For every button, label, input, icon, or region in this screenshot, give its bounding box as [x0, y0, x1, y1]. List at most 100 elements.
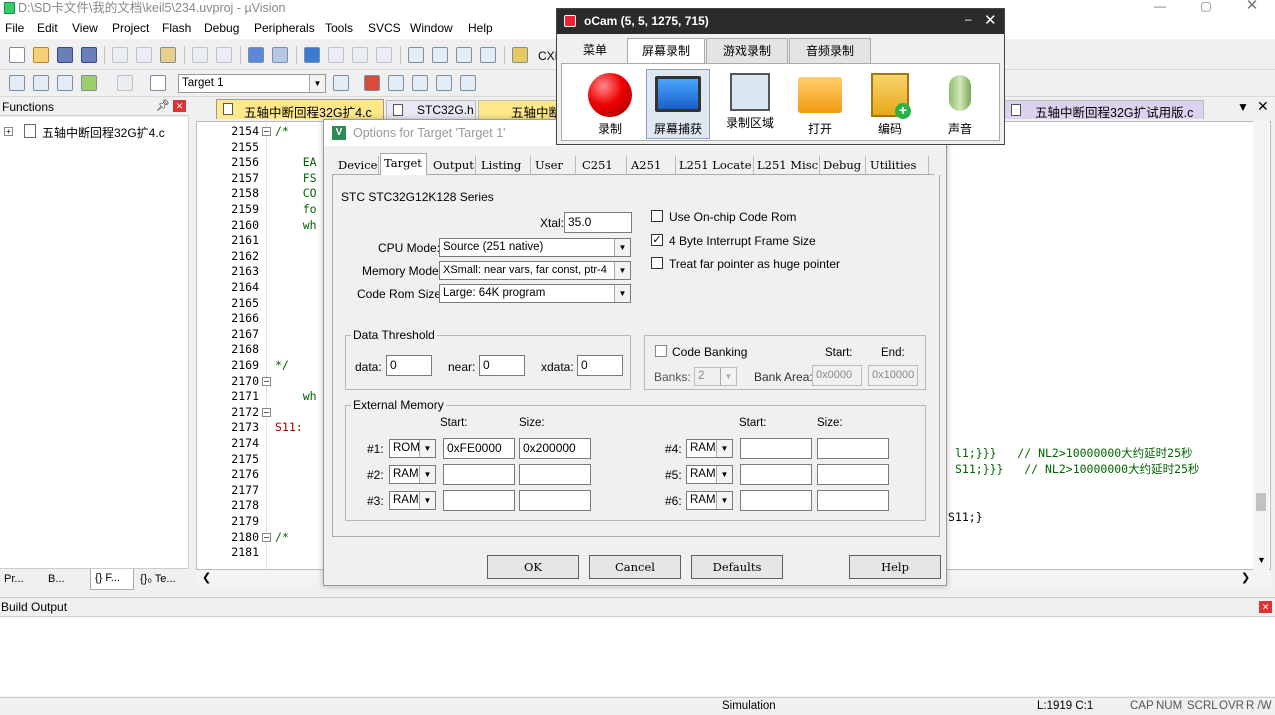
- tab-a251[interactable]: A251: [628, 156, 676, 174]
- target-options-icon[interactable]: [333, 75, 349, 91]
- fold-marker-icon[interactable]: −: [262, 376, 271, 386]
- copy-icon[interactable]: [136, 47, 152, 63]
- ext-start-input[interactable]: [740, 464, 812, 485]
- rebuild-icon[interactable]: [57, 75, 73, 91]
- cut-icon[interactable]: [112, 47, 128, 63]
- open-folder-icon[interactable]: [33, 47, 49, 63]
- help-button[interactable]: Help: [849, 555, 941, 579]
- scroll-left-icon[interactable]: ❮: [202, 571, 211, 584]
- bookmark-next-icon[interactable]: [352, 47, 368, 63]
- ext-start-input[interactable]: [740, 438, 812, 459]
- menu-debug[interactable]: Debug: [204, 21, 239, 35]
- ext-size-input[interactable]: [817, 438, 889, 459]
- editor-tab-trial[interactable]: 五轴中断回程32G扩试用版.c: [1004, 100, 1204, 120]
- xdata-input[interactable]: 0: [577, 355, 623, 376]
- stop-build-icon[interactable]: [117, 75, 133, 91]
- ocam-record-button[interactable]: 录制: [578, 69, 642, 139]
- ocam-sound-button[interactable]: 声音: [928, 69, 992, 139]
- find-in-files-icon[interactable]: [512, 47, 528, 63]
- manage-components-icon[interactable]: [364, 75, 380, 91]
- pack-installer-icon[interactable]: [436, 75, 452, 91]
- ext-start-input[interactable]: [740, 490, 812, 511]
- nav-back-icon[interactable]: [248, 47, 264, 63]
- paste-icon[interactable]: [160, 47, 176, 63]
- defaults-button[interactable]: Defaults: [691, 555, 783, 579]
- tab-debug[interactable]: Debug: [820, 156, 866, 174]
- download-icon[interactable]: [150, 75, 166, 91]
- bookmark-icon[interactable]: [304, 47, 320, 63]
- ok-button[interactable]: OK: [487, 555, 579, 579]
- ext-size-input[interactable]: [519, 464, 591, 485]
- tab-target[interactable]: Target: [380, 153, 427, 175]
- menu-window[interactable]: Window: [410, 21, 453, 35]
- target-select[interactable]: Target 1 ▼: [178, 74, 326, 93]
- ext-start-input[interactable]: [443, 464, 515, 485]
- tab-functions[interactable]: {} F...: [90, 569, 134, 590]
- ext-type-select[interactable]: ROM ▼: [389, 439, 436, 458]
- tab-user[interactable]: User: [532, 156, 576, 174]
- ocam-tab-screen-record[interactable]: 屏幕录制: [627, 38, 705, 63]
- bank-start-input[interactable]: 0x0000: [812, 365, 862, 386]
- ext-type-select[interactable]: RAM ▼: [389, 491, 436, 510]
- bank-end-input[interactable]: 0x10000: [868, 365, 918, 386]
- menu-tools[interactable]: Tools: [325, 21, 353, 35]
- scroll-thumb[interactable]: [1256, 493, 1266, 511]
- new-file-icon[interactable]: [9, 47, 25, 63]
- ocam-screen-capture-button[interactable]: 屏幕捕获: [646, 69, 710, 139]
- vertical-scrollbar[interactable]: ▼: [1253, 121, 1269, 570]
- tab-books[interactable]: B...: [48, 573, 65, 585]
- scroll-right-icon[interactable]: ❯: [1241, 571, 1250, 584]
- ocam-open-button[interactable]: 打开: [788, 69, 852, 139]
- onchip-rom-checkbox[interactable]: [651, 210, 663, 222]
- translate-icon[interactable]: [9, 75, 25, 91]
- build-icon[interactable]: [33, 75, 49, 91]
- build-close-icon[interactable]: ✕: [1259, 601, 1272, 613]
- menu-svcs[interactable]: SVCS: [368, 21, 401, 35]
- menu-flash[interactable]: Flash: [162, 21, 191, 35]
- cpu-mode-select[interactable]: Source (251 native) ▼: [439, 238, 631, 257]
- tree-expand-icon[interactable]: +: [4, 127, 13, 136]
- indent-icon[interactable]: [408, 47, 424, 63]
- ocam-tab-audio-record[interactable]: 音频录制: [789, 38, 871, 63]
- tab-output[interactable]: Output: [430, 156, 476, 174]
- ocam-close-button[interactable]: ✕: [984, 11, 997, 29]
- select-packs-icon[interactable]: [412, 75, 428, 91]
- tab-listing[interactable]: Listing: [478, 156, 531, 174]
- nav-forward-icon[interactable]: [272, 47, 288, 63]
- save-all-icon[interactable]: [81, 47, 97, 63]
- memory-model-select[interactable]: XSmall: near vars, far const, ptr-4 ▼: [439, 261, 631, 280]
- menu-project[interactable]: Project: [112, 21, 149, 35]
- manage-packs-icon[interactable]: [388, 75, 404, 91]
- close-tab-icon[interactable]: ✕: [1257, 98, 1269, 115]
- ocam-codec-button[interactable]: + 编码: [858, 69, 922, 139]
- pin-icon[interactable]: 📌︎: [156, 99, 170, 112]
- redo-icon[interactable]: [216, 47, 232, 63]
- bookmark-prev-icon[interactable]: [328, 47, 344, 63]
- ocam-record-area-button[interactable]: 录制区域: [718, 69, 782, 139]
- far-pointer-checkbox[interactable]: [651, 257, 663, 269]
- editor-tab-stc32g-h[interactable]: STC32G.h: [386, 100, 476, 119]
- ext-start-input[interactable]: 0xFE0000: [443, 438, 515, 459]
- ocam-minimize-button[interactable]: –: [965, 12, 972, 26]
- scroll-down-icon[interactable]: ▼: [1257, 555, 1266, 565]
- data-input[interactable]: 0: [386, 355, 432, 376]
- cancel-button[interactable]: Cancel: [589, 555, 681, 579]
- tab-templates[interactable]: {}₀ Te...: [140, 573, 176, 585]
- tab-l251-misc[interactable]: L251 Misc: [754, 156, 820, 174]
- run-time-env-icon[interactable]: [460, 75, 476, 91]
- menu-view[interactable]: View: [72, 21, 98, 35]
- ocam-tab-menu[interactable]: 菜单: [565, 38, 625, 63]
- tab-project[interactable]: Pr...: [4, 573, 24, 585]
- fold-marker-icon[interactable]: −: [262, 532, 271, 542]
- code-banking-checkbox[interactable]: [655, 345, 667, 357]
- undo-icon[interactable]: [192, 47, 208, 63]
- ext-type-select[interactable]: RAM ▼: [686, 439, 733, 458]
- fold-marker-icon[interactable]: −: [262, 127, 271, 136]
- menu-help[interactable]: Help: [468, 21, 493, 35]
- near-input[interactable]: 0: [479, 355, 525, 376]
- tab-list-icon[interactable]: ▼: [1237, 100, 1249, 114]
- tab-utilities[interactable]: Utilities: [867, 156, 929, 174]
- batch-build-icon[interactable]: [81, 75, 97, 91]
- tab-l251-locate[interactable]: L251 Locate: [676, 156, 754, 174]
- minimize-button[interactable]: —: [1140, 0, 1180, 14]
